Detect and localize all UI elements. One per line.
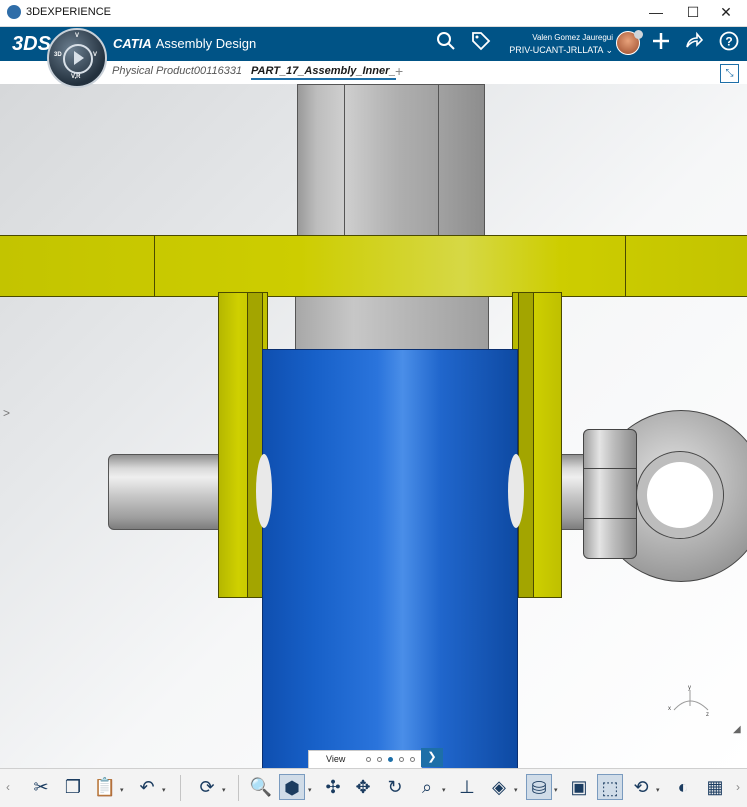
normal-view-icon[interactable]: ⊥ — [454, 774, 480, 800]
zoom-icon[interactable]: ⌕ — [414, 774, 440, 800]
action-bar: ‹ ✂ ❐ 📋 ▾ ↶ ▾ ⟳ ▾ 🔍 ⬢ ▾ ✣ ✥ ↻ ⌕ ▾ ⊥ ◈ ▾ … — [0, 768, 747, 807]
app-icon — [7, 5, 21, 19]
paste-icon[interactable]: 📋 — [92, 774, 118, 800]
expand-left-icon[interactable]: > — [3, 406, 10, 420]
scissors-icon[interactable]: ✂ — [28, 774, 54, 800]
zoom-dropdown-icon[interactable]: ▾ — [442, 786, 446, 794]
app-brand: CATIA Assembly Design — [113, 36, 256, 51]
add-icon[interactable] — [651, 31, 671, 51]
search-icon[interactable] — [436, 31, 456, 51]
view-pager-label: View — [326, 754, 346, 764]
scroll-left-icon[interactable]: ‹ — [0, 774, 16, 800]
selection-filter-icon[interactable]: ⬚ — [597, 774, 623, 800]
help-icon[interactable]: ? — [719, 31, 739, 51]
axis-triad-icon[interactable]: x y z — [668, 684, 712, 720]
view-cube-dropdown-icon[interactable]: ▾ — [514, 786, 518, 794]
shaft-middle — [295, 294, 489, 354]
triad-y-label: y — [688, 685, 691, 691]
close-button[interactable]: ✕ — [703, 0, 747, 26]
resize-corner-icon[interactable]: ◢ — [733, 724, 741, 735]
app-name: Assembly Design — [155, 36, 257, 51]
triad-x-label: x — [668, 706, 671, 712]
pager-dot-1[interactable] — [366, 757, 371, 762]
pager-dot-2[interactable] — [377, 757, 382, 762]
rotate-icon[interactable]: ↻ — [382, 774, 408, 800]
zoom-area-icon[interactable]: 🔍 — [248, 774, 274, 800]
compass-top: V — [75, 33, 80, 39]
display-mode-icon[interactable]: ⛁ — [526, 774, 552, 800]
refresh-dropdown-icon[interactable]: ▾ — [656, 786, 660, 794]
view-mode-dropdown-icon[interactable]: ▾ — [308, 786, 312, 794]
display-mode-dropdown-icon[interactable]: ▾ — [554, 786, 558, 794]
view-pager[interactable]: View — [308, 750, 422, 769]
compass-bottom: V,R — [71, 74, 81, 80]
view-mode-icon[interactable]: ⬢ — [279, 774, 305, 800]
eye-bolt-hole — [636, 451, 724, 539]
ds-logo-icon[interactable]: 3DS — [12, 33, 51, 56]
notification-badge — [634, 30, 643, 39]
hex-nut — [583, 429, 637, 559]
cover-icon[interactable]: ▣ — [566, 774, 592, 800]
pager-dot-5[interactable] — [410, 757, 415, 762]
tab-bar: Physical Product00116331 PART_17_Assembl… — [0, 61, 747, 85]
tenant-name: PRIV-UCANT-JRLLATA ⌄ — [509, 45, 613, 55]
user-info[interactable]: Valen Gomez Jauregui PRIV-UCANT-JRLLATA … — [509, 31, 613, 57]
user-name: Valen Gomez Jauregui — [532, 33, 613, 42]
pan-icon[interactable]: ✥ — [350, 774, 376, 800]
window-title: 3DEXPERIENCE — [26, 6, 111, 18]
update-icon[interactable]: ⟳ — [194, 774, 220, 800]
compass-left: 3D — [54, 52, 62, 58]
blue-cylinder — [262, 349, 518, 768]
view-cube-icon[interactable]: ◈ — [486, 774, 512, 800]
refresh-icon[interactable]: ⟲ — [628, 774, 654, 800]
compass-widget[interactable]: V 3D V V,R — [47, 28, 107, 88]
add-tab-button[interactable]: + — [395, 63, 403, 79]
avatar[interactable] — [616, 30, 643, 55]
collapse-icon[interactable]: ⤡ — [720, 64, 739, 83]
chevron-down-icon: ⌄ — [605, 45, 613, 55]
bracket-left — [218, 292, 268, 598]
svg-text:?: ? — [725, 35, 732, 49]
shaft-upper — [297, 84, 485, 241]
tab-physical-product[interactable]: Physical Product00116331 — [112, 65, 242, 77]
undo-icon[interactable]: ↶ — [134, 774, 160, 800]
grid-icon[interactable]: ▦ — [702, 774, 728, 800]
pager-dot-3[interactable] — [388, 757, 393, 762]
tag-icon[interactable] — [471, 31, 491, 51]
lighting-icon[interactable]: ◐ — [670, 774, 696, 800]
scroll-right-icon[interactable]: › — [730, 774, 746, 800]
play-icon[interactable] — [74, 51, 84, 65]
copy-icon[interactable]: ❐ — [60, 774, 86, 800]
update-dropdown-icon[interactable]: ▾ — [222, 786, 226, 794]
undo-dropdown-icon[interactable]: ▾ — [162, 786, 166, 794]
fit-all-icon[interactable]: ✣ — [320, 774, 346, 800]
cylinder-notch-left — [256, 454, 272, 528]
pager-dot-4[interactable] — [399, 757, 404, 762]
yellow-crossbar — [0, 235, 747, 297]
cylinder-notch-right — [508, 454, 524, 528]
window-title-bar: 3DEXPERIENCE — ☐ ✕ — [0, 0, 747, 27]
bracket-right — [512, 292, 562, 598]
compass-right: V — [93, 52, 98, 58]
tab-part-17[interactable]: PART_17_Assembly_Inner_ — [251, 65, 396, 80]
brand-name: CATIA — [113, 36, 152, 51]
paste-dropdown-icon[interactable]: ▾ — [120, 786, 124, 794]
share-icon[interactable] — [684, 31, 704, 51]
chevron-down-icon[interactable]: ❯ — [421, 748, 443, 767]
triad-z-label: z — [706, 712, 709, 718]
3d-viewport[interactable]: > ◢ x y z — [0, 84, 747, 768]
